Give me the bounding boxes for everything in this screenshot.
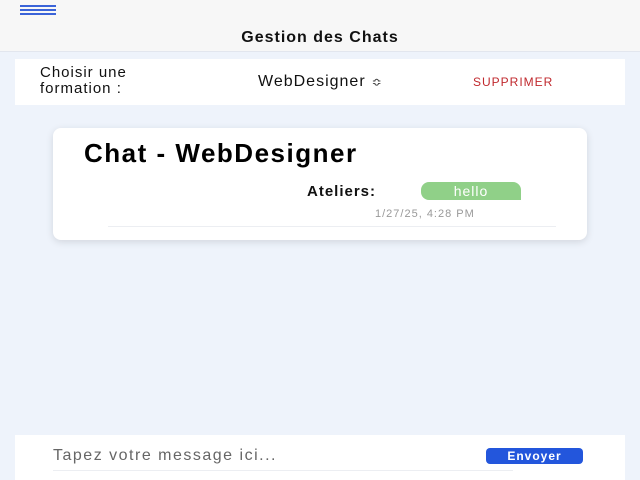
formation-label: Choisir une formation : [40,65,127,97]
message-bubble: hello [421,182,521,200]
chat-title: Chat - WebDesigner [84,138,358,168]
formation-bar: Choisir une formation : WebDesigner ≎ SUP… [15,59,625,105]
divider [108,226,556,227]
formation-label-line2: formation : [40,80,122,97]
message-timestamp: 1/27/25, 4:28 PM [375,208,475,220]
chat-card: Chat - WebDesigner Ateliers: hello 1/27/… [53,128,587,240]
delete-button[interactable]: SUPPRIMER [473,75,553,89]
chevron-updown-icon: ≎ [371,75,383,89]
divider [53,470,513,471]
send-button[interactable]: Envoyer [486,448,583,464]
message-input[interactable] [53,447,483,465]
formation-label-line1: Choisir une [40,64,127,81]
hamburger-icon[interactable] [20,5,56,15]
app-header: Gestion des Chats [0,0,640,52]
formation-select[interactable]: WebDesigner ≎ [258,73,383,91]
message-sender: Ateliers: [307,183,377,200]
composer-bar: Envoyer [15,435,625,480]
formation-selected-value: WebDesigner [258,73,366,90]
page-title: Gestion des Chats [241,29,399,46]
